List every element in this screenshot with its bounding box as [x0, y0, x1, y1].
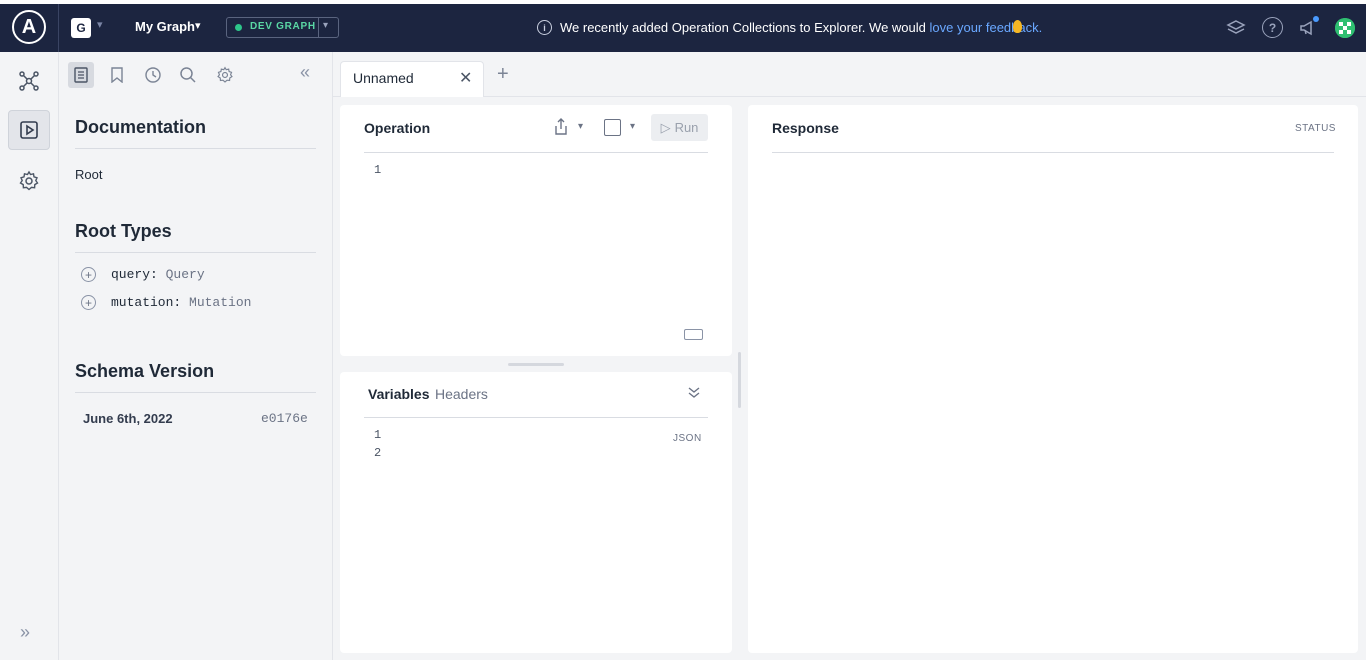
divider: [364, 152, 708, 153]
ear-icon: [1013, 20, 1022, 33]
graph-icon[interactable]: [8, 61, 50, 101]
schema-version-date: June 6th, 2022: [83, 411, 173, 426]
history-icon[interactable]: [140, 62, 166, 88]
graph-chevron-down-icon[interactable]: ▾: [195, 19, 201, 32]
new-tab-icon[interactable]: +: [497, 63, 509, 86]
response-title: Response: [772, 120, 839, 136]
horizontal-resize-handle[interactable]: [738, 352, 741, 408]
field-name: query:: [111, 267, 158, 282]
settings-icon[interactable]: [8, 161, 50, 201]
notification-dot: [1313, 16, 1319, 22]
schema-version-title: Schema Version: [75, 361, 215, 381]
documentation-icon[interactable]: [68, 62, 94, 88]
field-name: mutation:: [111, 295, 182, 310]
save-chevron-down-icon[interactable]: ▾: [630, 121, 635, 132]
status-label: STATUS: [1295, 123, 1336, 134]
field-type[interactable]: Query: [166, 267, 205, 282]
tab-variables[interactable]: Variables: [368, 386, 430, 402]
operation-title: Operation: [364, 120, 431, 136]
tab-label[interactable]: Unnamed: [353, 70, 414, 86]
share-icon[interactable]: [553, 118, 569, 140]
documentation-title: Documentation: [75, 117, 207, 137]
divider: [772, 152, 1334, 153]
vertical-resize-handle[interactable]: [508, 363, 564, 366]
expand-nav-icon[interactable]: »: [20, 622, 30, 643]
org-chevron-down-icon[interactable]: ▾: [97, 18, 103, 31]
share-chevron-down-icon[interactable]: ▾: [578, 121, 583, 132]
variant-chevron-down-icon[interactable]: ▾: [323, 20, 328, 31]
tab-headers[interactable]: Headers: [435, 386, 488, 402]
response-panel: [748, 105, 1358, 653]
divider: [75, 392, 316, 393]
announcement-banner: We recently added Operation Collections …: [560, 20, 1042, 35]
line-number: 1: [374, 428, 382, 442]
layers-icon[interactable]: [1225, 17, 1246, 38]
announcement-text: We recently added Operation Collections …: [560, 20, 930, 35]
help-icon[interactable]: ?: [1262, 17, 1283, 38]
line-number: 1: [374, 163, 382, 177]
divider: [75, 252, 316, 253]
apollo-logo[interactable]: A: [12, 10, 46, 44]
search-icon[interactable]: [175, 62, 201, 88]
collapse-panel-icon[interactable]: [687, 385, 701, 402]
expand-query-icon[interactable]: +: [81, 267, 96, 282]
explorer-play-icon[interactable]: [8, 110, 50, 150]
divider: [364, 417, 708, 418]
variant-label[interactable]: DEV GRAPH: [250, 21, 316, 32]
bookmark-icon[interactable]: [104, 62, 130, 88]
operation-editor[interactable]: [395, 160, 715, 320]
info-icon: i: [537, 20, 552, 35]
docs-settings-icon[interactable]: [212, 62, 238, 88]
save-icon[interactable]: [604, 119, 621, 136]
variant-divider: [318, 17, 319, 38]
root-types-title: Root Types: [75, 221, 172, 241]
root-type-mutation[interactable]: mutation: Mutation: [111, 295, 251, 310]
expand-mutation-icon[interactable]: +: [81, 295, 96, 310]
docs-panel: [59, 52, 333, 660]
org-badge[interactable]: G: [71, 18, 91, 38]
graph-name[interactable]: My Graph: [135, 19, 195, 34]
field-type[interactable]: Mutation: [189, 295, 251, 310]
close-tab-icon[interactable]: ✕: [459, 68, 472, 88]
line-number: 2: [374, 446, 382, 460]
top-divider: [58, 4, 59, 52]
schema-version-hash[interactable]: e0176e: [261, 411, 308, 426]
tab-strip: [333, 52, 1366, 97]
format-label: JSON: [673, 433, 702, 444]
avatar[interactable]: [1335, 18, 1355, 38]
run-label: Run: [674, 120, 699, 135]
divider: [75, 148, 316, 149]
variant-status-dot: [235, 24, 242, 31]
keyboard-icon[interactable]: [684, 329, 703, 340]
feedback-link[interactable]: love your feedback.: [930, 20, 1043, 35]
variables-editor[interactable]: [395, 425, 665, 635]
breadcrumb[interactable]: Root: [75, 167, 102, 182]
collapse-docs-icon[interactable]: «: [300, 62, 310, 83]
run-button[interactable]: ▷ Run: [651, 114, 708, 141]
play-icon: ▷: [660, 119, 671, 135]
root-type-query[interactable]: query: Query: [111, 267, 205, 282]
